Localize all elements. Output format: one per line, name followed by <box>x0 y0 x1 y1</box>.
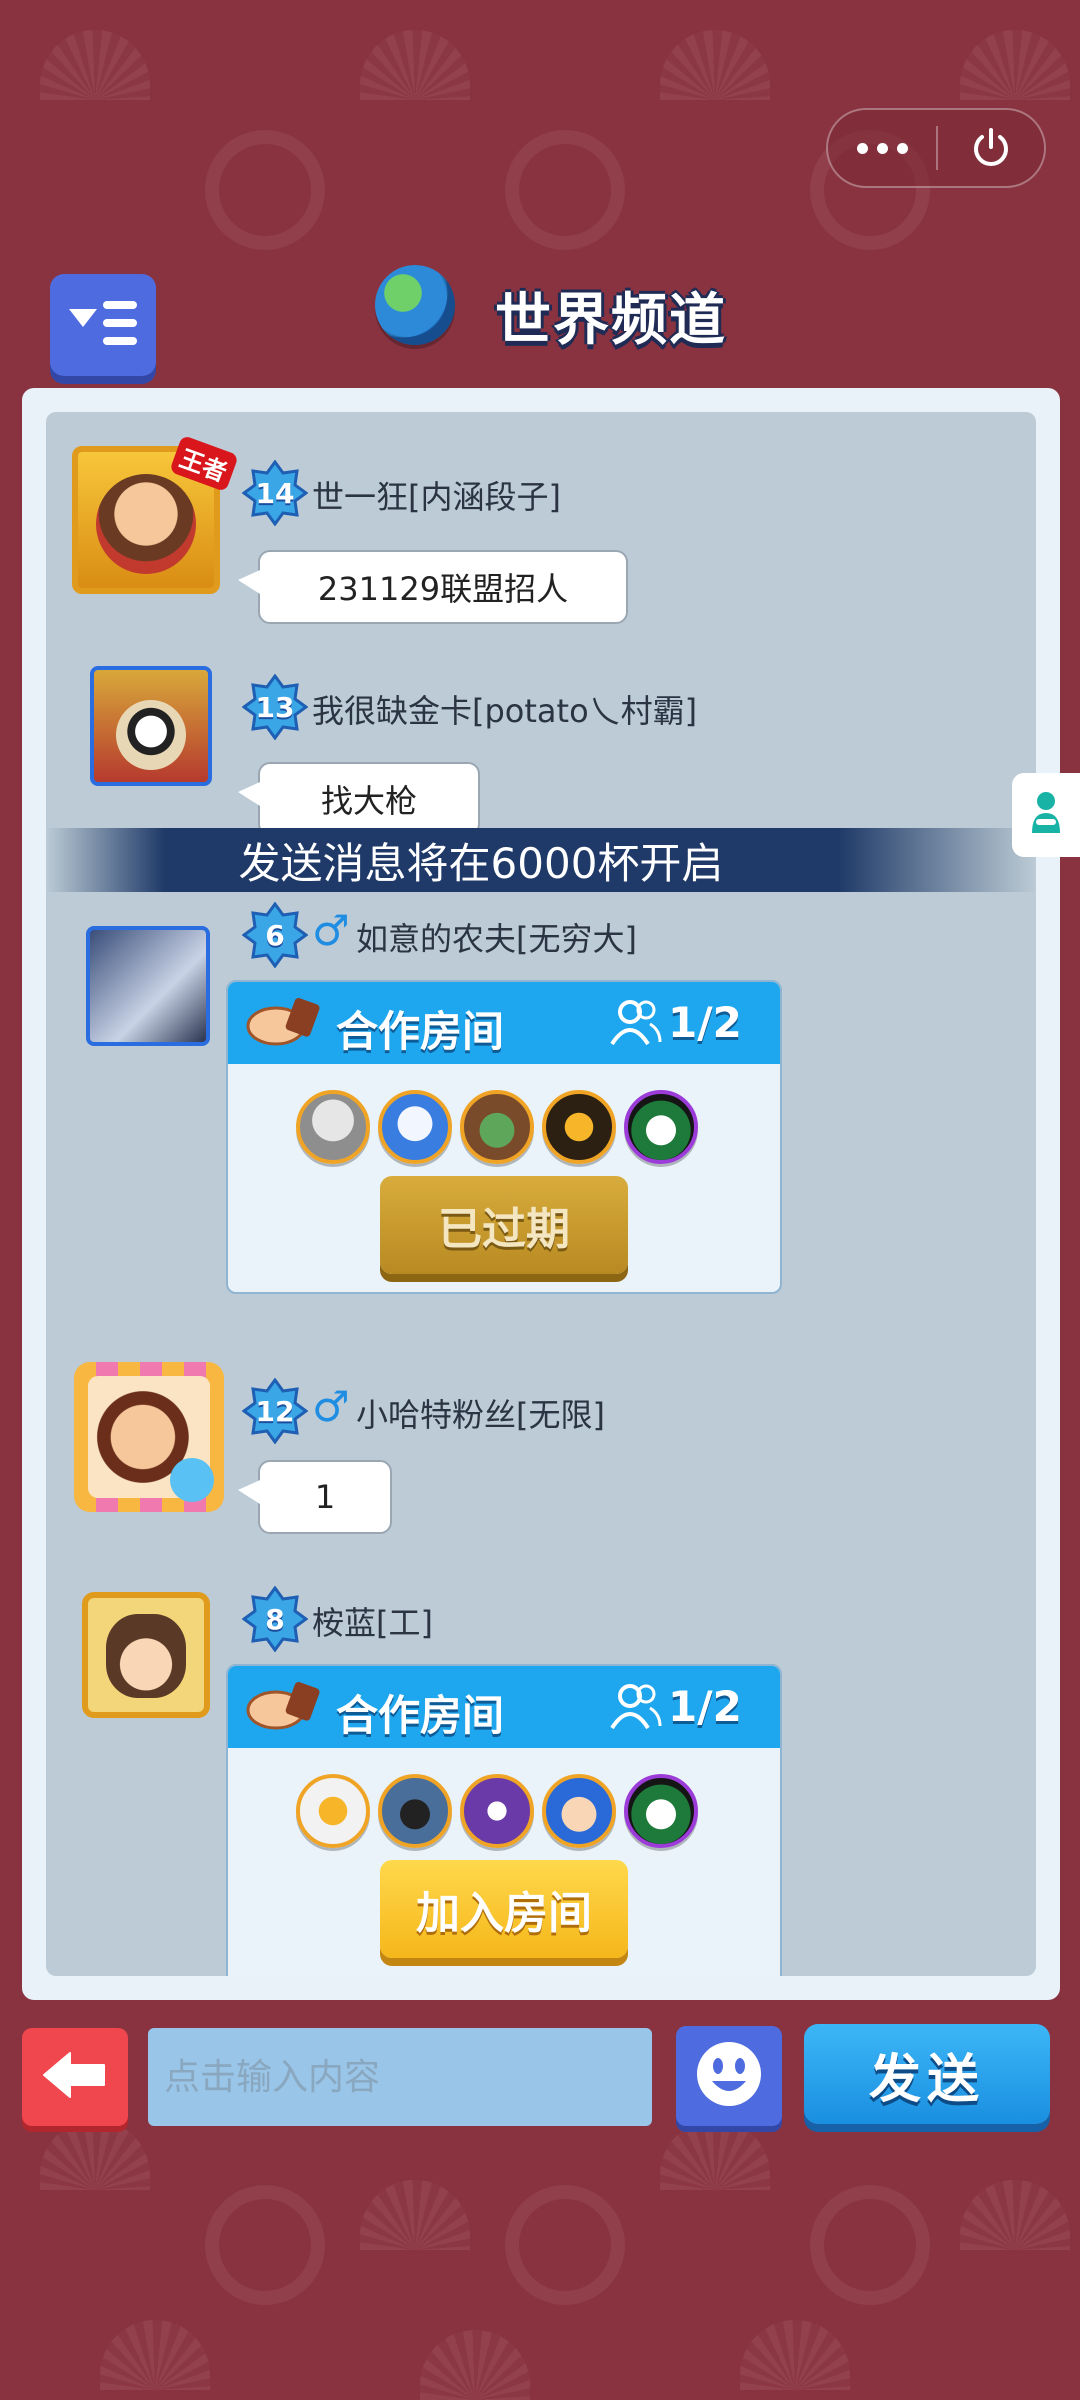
room-header: 合作房间 1/2 <box>228 982 780 1064</box>
message-bubble: 231129联盟招人 <box>238 550 628 624</box>
level-badge: 14 <box>242 460 308 526</box>
globe-icon <box>375 265 455 345</box>
username: 世一狂[内涵段子] <box>312 478 561 516</box>
players-icon <box>608 1682 664 1736</box>
power-icon[interactable] <box>938 125 1044 171</box>
chat-input[interactable] <box>148 2028 652 2126</box>
level-badge: 8 <box>242 1586 308 1652</box>
male-icon: ♂ <box>312 906 350 955</box>
message-bubble: 找大枪 <box>238 762 480 836</box>
chat-message: 8 桉蓝[工] 合作房间 1/2 加入房间 <box>46 1562 1036 1976</box>
hero-avatar <box>542 1090 616 1164</box>
avatar[interactable] <box>82 1592 210 1718</box>
room-title: 合作房间 <box>336 1691 505 1740</box>
username: 我很缺金卡[potato乀村霸] <box>312 692 698 730</box>
avatar[interactable] <box>74 1362 224 1512</box>
hero-lineup <box>296 1774 698 1848</box>
hero-avatar <box>296 1774 370 1848</box>
handshake-icon <box>242 996 320 1054</box>
hero-avatar <box>460 1090 534 1164</box>
character-icon <box>1026 789 1066 841</box>
chat-message: 13 我很缺金卡[potato乀村霸] 找大枪 <box>46 632 1036 836</box>
arrow-left-icon <box>40 2047 110 2107</box>
page-title: 世界频道 <box>495 288 727 353</box>
players-icon <box>608 998 664 1052</box>
chat-message: 12 ♂ 小哈特粉丝[无限] 1 <box>46 1332 1036 1552</box>
level-badge: 12 <box>242 1378 308 1444</box>
chat-message-list[interactable]: 王者 14 世一狂[内涵段子] 231129联盟招人 13 我很缺金卡[pota… <box>46 412 1036 1976</box>
hero-lineup <box>296 1090 698 1164</box>
username: 如意的农夫[无穷大] <box>356 920 637 958</box>
menu-button[interactable] <box>50 274 156 376</box>
username: 小哈特粉丝[无限] <box>356 1396 605 1434</box>
menu-list-icon <box>63 293 143 357</box>
join-room-button[interactable]: 加入房间 <box>380 1860 628 1958</box>
coop-room-card[interactable]: 合作房间 1/2 已过期 <box>226 980 782 1294</box>
level-badge: 6 <box>242 902 308 968</box>
room-title: 合作房间 <box>336 1007 505 1056</box>
chat-message: 王者 14 世一狂[内涵段子] 231129联盟招人 <box>46 412 1036 632</box>
level-badge: 13 <box>242 674 308 740</box>
hero-avatar <box>542 1774 616 1848</box>
username: 桉蓝[工] <box>312 1604 433 1642</box>
hero-avatar <box>378 1774 452 1848</box>
handshake-icon <box>242 1680 320 1738</box>
coop-room-card[interactable]: 合作房间 1/2 加入房间 <box>226 1664 782 1976</box>
mini-program-capsule <box>826 108 1046 188</box>
room-header: 合作房间 1/2 <box>228 1666 780 1748</box>
avatar[interactable] <box>90 666 212 786</box>
hero-avatar <box>460 1774 534 1848</box>
room-player-count: 1/2 <box>668 1682 742 1731</box>
hero-avatar <box>624 1774 698 1848</box>
room-player-count: 1/2 <box>668 998 742 1047</box>
back-button[interactable] <box>22 2028 128 2126</box>
expired-button[interactable]: 已过期 <box>380 1176 628 1274</box>
emoji-button[interactable] <box>676 2026 782 2126</box>
side-float-tab[interactable] <box>1012 773 1080 857</box>
message-bubble: 1 <box>238 1460 392 1534</box>
chat-message: 6 ♂ 如意的农夫[无穷大] 合作房间 1/2 已过期 <box>46 892 1036 1294</box>
send-button[interactable]: 发送 <box>804 2024 1050 2124</box>
hero-avatar <box>296 1090 370 1164</box>
avatar[interactable] <box>86 926 210 1046</box>
send-restriction-notice: 发送消息将在6000杯开启 <box>46 828 1036 892</box>
hero-avatar <box>378 1090 452 1164</box>
male-icon: ♂ <box>312 1382 350 1431</box>
more-dots-icon[interactable] <box>828 142 936 154</box>
smiley-icon <box>694 2039 764 2113</box>
hero-avatar <box>624 1090 698 1164</box>
